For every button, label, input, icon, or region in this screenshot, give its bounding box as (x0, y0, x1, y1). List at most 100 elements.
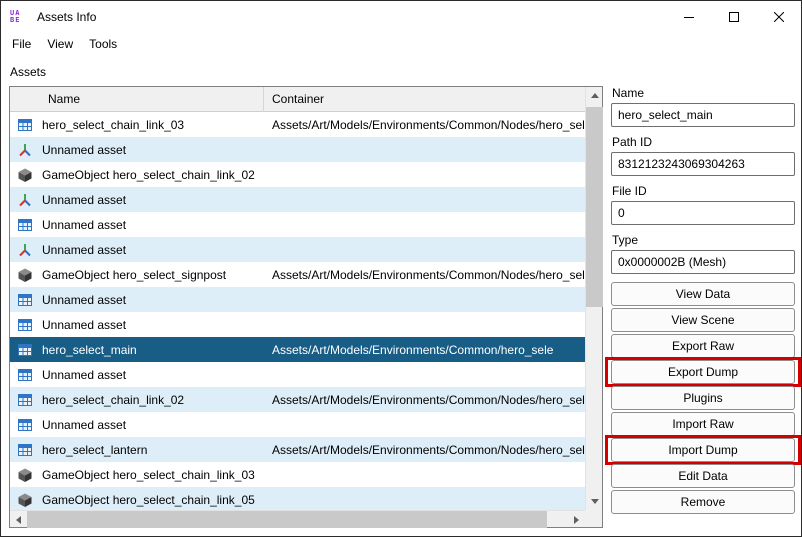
axes-icon (10, 192, 40, 208)
asset-name: hero_select_main (42, 342, 137, 357)
asset-container: Assets/Art/Models/Environments/Common/he… (272, 342, 554, 357)
minimize-icon (683, 12, 694, 22)
asset-name: Unnamed asset (42, 292, 127, 307)
asset-name: GameObject hero_select_chain_link_03 (42, 467, 255, 482)
column-header-container[interactable]: Container (264, 87, 585, 112)
export-raw-button-wrap: Export Raw (611, 334, 795, 358)
table-row[interactable]: Unnamed asset (10, 312, 585, 337)
view-scene-button[interactable]: View Scene (611, 308, 795, 332)
scroll-right-icon (574, 515, 579, 524)
maximize-button[interactable] (711, 1, 756, 32)
gameobject-icon (10, 492, 40, 508)
type-field: Type (611, 233, 795, 274)
table-row[interactable]: GameObject hero_select_chain_link_02 (10, 162, 585, 187)
name-field: Name (611, 86, 795, 127)
file-id-field: File ID (611, 184, 795, 225)
path-id-field-input[interactable] (611, 152, 795, 176)
table-row[interactable]: GameObject hero_select_signpost Assets/Ar… (10, 262, 585, 287)
mesh-icon (10, 117, 40, 133)
scroll-left-icon (16, 515, 21, 524)
close-button[interactable] (756, 1, 801, 32)
export-dump-highlight: Export Dump (605, 357, 801, 387)
asset-name: Unnamed asset (42, 142, 127, 157)
import-dump-button[interactable]: Import Dump (611, 438, 795, 462)
asset-name: GameObject hero_select_chain_link_05 (42, 492, 255, 507)
file-id-field-input[interactable] (611, 201, 795, 225)
table-row[interactable]: Unnamed asset (10, 287, 585, 312)
asset-name: GameObject hero_select_signpost (42, 267, 227, 282)
remove-button-wrap: Remove (611, 490, 795, 514)
import-dump-highlight: Import Dump (605, 435, 801, 465)
plugins-button[interactable]: Plugins (611, 386, 795, 410)
table-row[interactable]: Unnamed asset (10, 212, 585, 237)
table-row[interactable]: Unnamed asset (10, 237, 585, 262)
table-row[interactable]: hero_select_lantern Assets/Art/Models/Env… (10, 437, 585, 462)
view-data-button[interactable]: View Data (611, 282, 795, 306)
table-row[interactable]: GameObject hero_select_chain_link_03 (10, 462, 585, 487)
type-field-label: Type (612, 233, 639, 247)
scroll-up-icon (590, 93, 599, 98)
table-header: Name Container (10, 87, 585, 112)
mesh-icon (10, 392, 40, 408)
mesh-icon (10, 367, 40, 383)
table-body: hero_select_chain_link_03 Assets/Art/Mode… (10, 112, 585, 510)
menubar: File View Tools (1, 32, 801, 56)
remove-button[interactable]: Remove (611, 490, 795, 514)
titlebar: UA BE Assets Info (1, 1, 801, 32)
menu-view[interactable]: View (39, 33, 81, 55)
plugins-button-wrap: Plugins (611, 386, 795, 410)
mesh-icon (10, 217, 40, 233)
scroll-down-button[interactable] (586, 493, 603, 510)
name-field-input[interactable] (611, 103, 795, 127)
asset-name: hero_select_chain_link_02 (42, 392, 185, 407)
table-row[interactable]: Unnamed asset (10, 137, 585, 162)
assets-info-window: UA BE Assets Info File View Tools Assets… (0, 0, 802, 537)
mesh-icon (10, 442, 40, 458)
name-field-label: Name (612, 86, 645, 100)
asset-container: Assets/Art/Models/Environments/Common/No… (272, 442, 585, 457)
scroll-left-button[interactable] (10, 511, 27, 528)
scroll-down-icon (590, 499, 599, 504)
asset-name: hero_select_lantern (42, 442, 148, 457)
menu-tools[interactable]: Tools (81, 33, 125, 55)
type-field-input[interactable] (611, 250, 795, 274)
table-row[interactable]: Unnamed asset (10, 412, 585, 437)
horizontal-scrollbar[interactable] (10, 510, 585, 528)
menu-file[interactable]: File (4, 33, 39, 55)
scrollbar-corner (585, 510, 602, 527)
vertical-scroll-thumb[interactable] (586, 107, 603, 307)
asset-container: Assets/Art/Models/Environments/Common/No… (272, 117, 585, 132)
table-row[interactable]: hero_select_chain_link_03 Assets/Art/Mode… (10, 112, 585, 137)
close-icon (773, 11, 784, 22)
export-raw-button[interactable]: Export Raw (611, 334, 795, 358)
asset-container: Assets/Art/Models/Environments/Common/No… (272, 267, 585, 282)
mesh-icon (10, 417, 40, 433)
scroll-right-button[interactable] (568, 511, 585, 528)
file-id-field-label: File ID (612, 184, 647, 198)
table-row[interactable]: Unnamed asset (10, 362, 585, 387)
table-row[interactable]: hero_select_chain_link_02 Assets/Art/Mode… (10, 387, 585, 412)
assets-table: Name Container hero_select_chain_link_03… (9, 86, 603, 528)
mesh-icon (10, 317, 40, 333)
asset-name: hero_select_chain_link_03 (42, 117, 185, 132)
table-row[interactable]: hero_select_main Assets/Art/Models/Enviro… (10, 337, 585, 362)
asset-name: Unnamed asset (42, 317, 127, 332)
asset-name: GameObject hero_select_chain_link_02 (42, 167, 255, 182)
table-row[interactable]: Unnamed asset (10, 187, 585, 212)
axes-icon (10, 242, 40, 258)
export-dump-button[interactable]: Export Dump (611, 360, 795, 384)
mesh-icon (10, 342, 40, 358)
import-raw-button[interactable]: Import Raw (611, 412, 795, 436)
asset-name: Unnamed asset (42, 242, 127, 257)
scroll-up-button[interactable] (586, 87, 603, 104)
asset-name: Unnamed asset (42, 217, 127, 232)
edit-data-button[interactable]: Edit Data (611, 464, 795, 488)
horizontal-scroll-thumb[interactable] (27, 511, 547, 528)
logo-line-2: BE (10, 15, 21, 24)
minimize-button[interactable] (666, 1, 711, 32)
column-header-name[interactable]: Name (40, 87, 264, 112)
uabe-logo-icon: UA BE (10, 9, 30, 24)
asset-name: Unnamed asset (42, 417, 127, 432)
table-row[interactable]: GameObject hero_select_chain_link_05 (10, 487, 585, 510)
vertical-scrollbar[interactable] (585, 87, 603, 510)
